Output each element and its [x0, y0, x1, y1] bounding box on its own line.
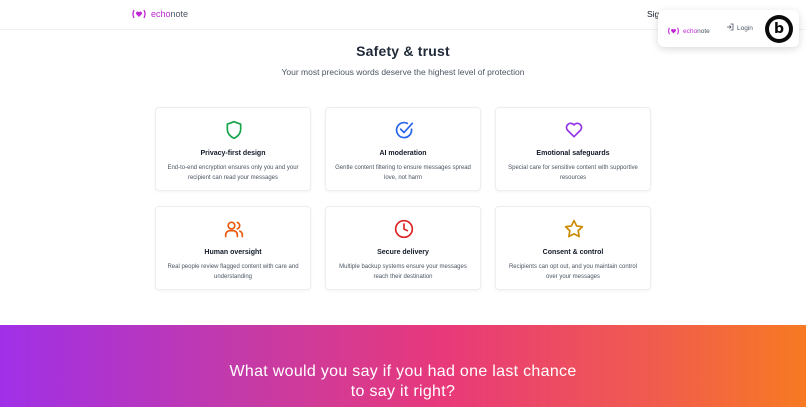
feature-card-emotional: Emotional safeguards Special care for se… — [495, 107, 651, 191]
feature-card-ai-moderation: AI moderation Gentle content filtering t… — [325, 107, 481, 191]
check-circle-icon — [394, 120, 414, 140]
feature-card-consent: Consent & control Recipients can opt out… — [495, 206, 651, 290]
clock-icon — [394, 219, 414, 239]
card-description: Real people review flagged content with … — [167, 264, 299, 280]
section-title: Safety & trust — [356, 43, 450, 59]
star-icon — [564, 219, 584, 239]
heart-wave-icon — [131, 8, 147, 20]
brand-logo[interactable]: echonote — [131, 8, 188, 20]
card-description: End-to-end encryption ensures only you a… — [167, 165, 299, 181]
card-title: AI moderation — [379, 150, 427, 157]
cta-line-1: What would you say if you had one last c… — [229, 363, 577, 380]
card-title: Human oversight — [204, 249, 262, 256]
bolt-badge[interactable]: b — [765, 15, 793, 43]
floating-brand-name: echonote — [683, 28, 710, 35]
card-description: Multiple backup systems ensure your mess… — [339, 264, 467, 280]
floating-brand-logo[interactable]: echonote — [667, 23, 710, 41]
card-description: Gentle content filtering to ensure messa… — [335, 165, 471, 181]
login-icon — [726, 23, 734, 35]
login-button[interactable]: Login — [726, 23, 753, 35]
card-title: Consent & control — [542, 249, 604, 256]
section-subtitle: Your most precious words deserve the hig… — [281, 67, 525, 77]
cta-headline: What would you say if you had one last c… — [0, 362, 806, 402]
brand-name: echonote — [151, 9, 189, 19]
cta-line-2: to say it right? — [350, 383, 456, 400]
card-title: Emotional safeguards — [536, 150, 610, 157]
floating-menu: echonote Login b — [658, 10, 799, 47]
card-title: Privacy-first design — [200, 150, 266, 157]
feature-card-human-oversight: Human oversight Real people review flagg… — [155, 206, 311, 290]
heart-wave-icon — [667, 23, 680, 41]
users-icon — [224, 219, 244, 239]
card-description: Special care for sensitive content with … — [508, 165, 638, 181]
badge-letter: b — [769, 19, 789, 39]
feature-card-secure-delivery: Secure delivery Multiple backup systems … — [325, 206, 481, 290]
feature-card-privacy: Privacy-first design End-to-end encrypti… — [155, 107, 311, 191]
shield-icon — [224, 120, 244, 140]
card-description: Recipients can opt out, and you maintain… — [508, 264, 638, 280]
heart-icon — [564, 120, 584, 140]
cta-banner: What would you say if you had one last c… — [0, 325, 806, 407]
card-title: Secure delivery — [377, 249, 429, 256]
login-label: Login — [737, 25, 753, 32]
